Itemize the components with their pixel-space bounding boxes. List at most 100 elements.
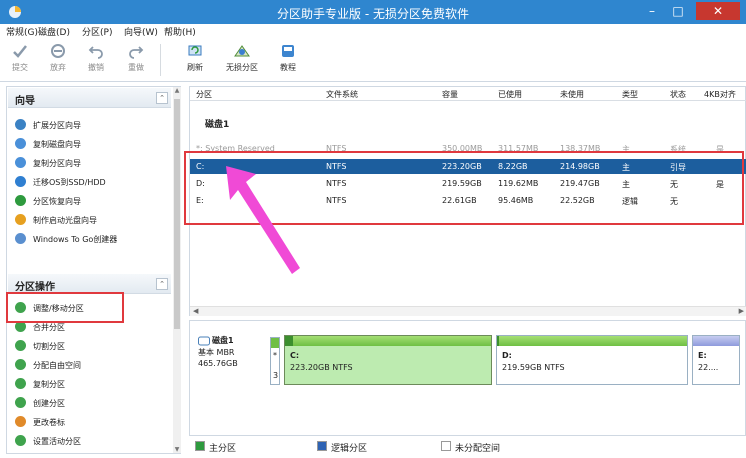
title-bar: 分区助手专业版 - 无损分区免费软件 – □ ✕ bbox=[0, 0, 746, 24]
commit-button[interactable]: 提交 bbox=[0, 40, 40, 78]
scroll-right-icon[interactable]: ▶ bbox=[739, 307, 744, 315]
menu-disk[interactable]: 磁盘(D) bbox=[38, 25, 70, 38]
disk-size: 465.76GB bbox=[198, 359, 238, 368]
redo-label: 重做 bbox=[128, 63, 144, 72]
col-used[interactable]: 已使用 bbox=[498, 89, 522, 100]
partition-info: 22.... bbox=[698, 363, 719, 372]
toolbar-separator bbox=[160, 44, 161, 76]
refresh-label: 刷新 bbox=[187, 63, 203, 72]
discard-button[interactable]: 放弃 bbox=[38, 40, 78, 78]
operations-section-title: 分区操作 bbox=[15, 282, 55, 293]
commit-icon bbox=[13, 45, 27, 58]
wizard-item[interactable]: 扩展分区向导 bbox=[15, 118, 165, 132]
disk-group-label: 磁盘1 bbox=[205, 120, 230, 130]
operation-item-label: 设置活动分区 bbox=[33, 437, 81, 446]
partition-letter: D: bbox=[502, 351, 512, 360]
collapse-icon[interactable]: ⌃ bbox=[156, 278, 168, 290]
lossless-partition-button[interactable]: 无损分区 bbox=[222, 40, 262, 78]
operation-item-label: 复制分区 bbox=[33, 380, 65, 389]
tutorial-icon bbox=[282, 45, 294, 57]
menu-general[interactable]: 常规(G) bbox=[6, 25, 38, 38]
col-type[interactable]: 类型 bbox=[622, 89, 638, 100]
operation-item[interactable]: 创建分区 bbox=[15, 396, 165, 410]
wizard-section-header[interactable]: 向导 ⌃ bbox=[8, 88, 171, 108]
operation-item[interactable]: 设置活动分区 bbox=[15, 434, 165, 448]
col-status[interactable]: 状态 bbox=[670, 89, 686, 100]
partition-used-fill bbox=[497, 336, 499, 346]
wizard-item[interactable]: 复制磁盘向导 bbox=[15, 137, 165, 151]
wizard-item-label: 迁移OS到SSD/HDD bbox=[33, 178, 106, 187]
left-scrollbar[interactable]: ▲ ▼ bbox=[173, 87, 181, 453]
menu-help[interactable]: 帮助(H) bbox=[164, 25, 196, 38]
mini-num: 3 bbox=[273, 371, 279, 380]
col-filesystem[interactable]: 文件系统 bbox=[326, 89, 358, 100]
col-unused[interactable]: 未使用 bbox=[560, 89, 584, 100]
disk-name: 磁盘1 bbox=[212, 336, 234, 345]
lossless-partition-label: 无损分区 bbox=[226, 63, 258, 72]
tutorial-button[interactable]: 教程 bbox=[268, 40, 308, 78]
disk-partition-block[interactable]: D: 219.59GB NTFS bbox=[496, 335, 688, 385]
create-partition-icon bbox=[15, 397, 26, 408]
scroll-left-icon[interactable]: ◀ bbox=[193, 307, 198, 315]
legend-primary-label: 主分区 bbox=[209, 444, 237, 454]
operation-item[interactable]: 更改卷标 bbox=[15, 415, 165, 429]
legend-primary-swatch bbox=[195, 441, 205, 451]
pointer-arrow-icon bbox=[226, 166, 300, 274]
close-button[interactable]: ✕ bbox=[696, 2, 740, 20]
undo-button[interactable]: 撤销 bbox=[76, 40, 116, 78]
horizontal-scrollbar[interactable]: ◀ ▶ bbox=[190, 306, 746, 316]
maximize-button[interactable]: □ bbox=[666, 2, 690, 20]
redo-icon bbox=[129, 46, 144, 59]
scroll-thumb[interactable] bbox=[174, 99, 180, 329]
legend-unallocated-swatch bbox=[441, 441, 451, 451]
operation-item[interactable]: 复制分区 bbox=[15, 377, 165, 391]
wizard-item[interactable]: Windows To Go创建器 bbox=[15, 232, 165, 246]
copy-partition-icon bbox=[15, 157, 26, 168]
disk-info[interactable]: 磁盘1 基本 MBR 465.76GB bbox=[198, 335, 270, 385]
col-capacity[interactable]: 容量 bbox=[442, 89, 458, 100]
legend-logical-label: 逻辑分区 bbox=[331, 444, 368, 454]
discard-label: 放弃 bbox=[50, 63, 66, 72]
undo-label: 撤销 bbox=[88, 63, 104, 72]
wizard-item-label: Windows To Go创建器 bbox=[33, 235, 118, 244]
menu-partition[interactable]: 分区(P) bbox=[82, 25, 112, 38]
disk-icon bbox=[198, 336, 210, 346]
partition-info: 219.59GB NTFS bbox=[502, 363, 565, 372]
scroll-up-icon[interactable]: ▲ bbox=[173, 87, 181, 94]
redo-button[interactable]: 重做 bbox=[116, 40, 156, 78]
copy-partition-op-icon bbox=[15, 378, 26, 389]
allocate-space-icon bbox=[15, 359, 26, 370]
wizard-item[interactable]: 迁移OS到SSD/HDD bbox=[15, 175, 165, 189]
commit-label: 提交 bbox=[12, 63, 28, 72]
minimize-button[interactable]: – bbox=[640, 2, 664, 20]
legend-unallocated-label: 未分配空间 bbox=[455, 444, 501, 454]
operation-item[interactable]: 切割分区 bbox=[15, 339, 165, 353]
partition-usage-bar bbox=[693, 336, 739, 346]
operation-item[interactable]: 分配自由空间 bbox=[15, 358, 165, 372]
wizard-item-label: 复制磁盘向导 bbox=[33, 140, 81, 149]
legend: 主分区 逻辑分区 未分配空间 bbox=[189, 436, 746, 458]
operations-section-header[interactable]: 分区操作 ⌃ bbox=[8, 274, 171, 294]
undo-icon bbox=[88, 46, 103, 59]
wizard-item[interactable]: 分区恢复向导 bbox=[15, 194, 165, 208]
wizard-item-label: 分区恢复向导 bbox=[33, 197, 81, 206]
refresh-icon bbox=[188, 45, 202, 56]
refresh-button[interactable]: 刷新 bbox=[175, 40, 215, 78]
partition-info: 223.20GB NTFS bbox=[290, 363, 353, 372]
split-icon bbox=[15, 340, 26, 351]
disk-type: 基本 MBR bbox=[198, 348, 235, 357]
disk-partition-block[interactable]: E: 22.... bbox=[692, 335, 740, 385]
partition-letter: E: bbox=[698, 351, 707, 360]
partition-recovery-icon bbox=[15, 195, 26, 206]
collapse-icon[interactable]: ⌃ bbox=[156, 92, 168, 104]
partition-used-fill bbox=[285, 336, 294, 346]
disk-partition-block[interactable]: C: 223.20GB NTFS bbox=[284, 335, 492, 385]
operation-item-label: 更改卷标 bbox=[33, 418, 65, 427]
scroll-down-icon[interactable]: ▼ bbox=[173, 446, 181, 453]
wizard-item[interactable]: 制作启动光盘向导 bbox=[15, 213, 165, 227]
menu-wizard[interactable]: 向导(W) bbox=[124, 25, 158, 38]
toolbar: 提交 放弃 撤销 重做 刷新 无损分区 教程 bbox=[0, 38, 746, 82]
wizard-item[interactable]: 复制分区向导 bbox=[15, 156, 165, 170]
col-partition[interactable]: 分区 bbox=[196, 89, 212, 100]
col-4k-align[interactable]: 4KB对齐 bbox=[704, 89, 736, 100]
